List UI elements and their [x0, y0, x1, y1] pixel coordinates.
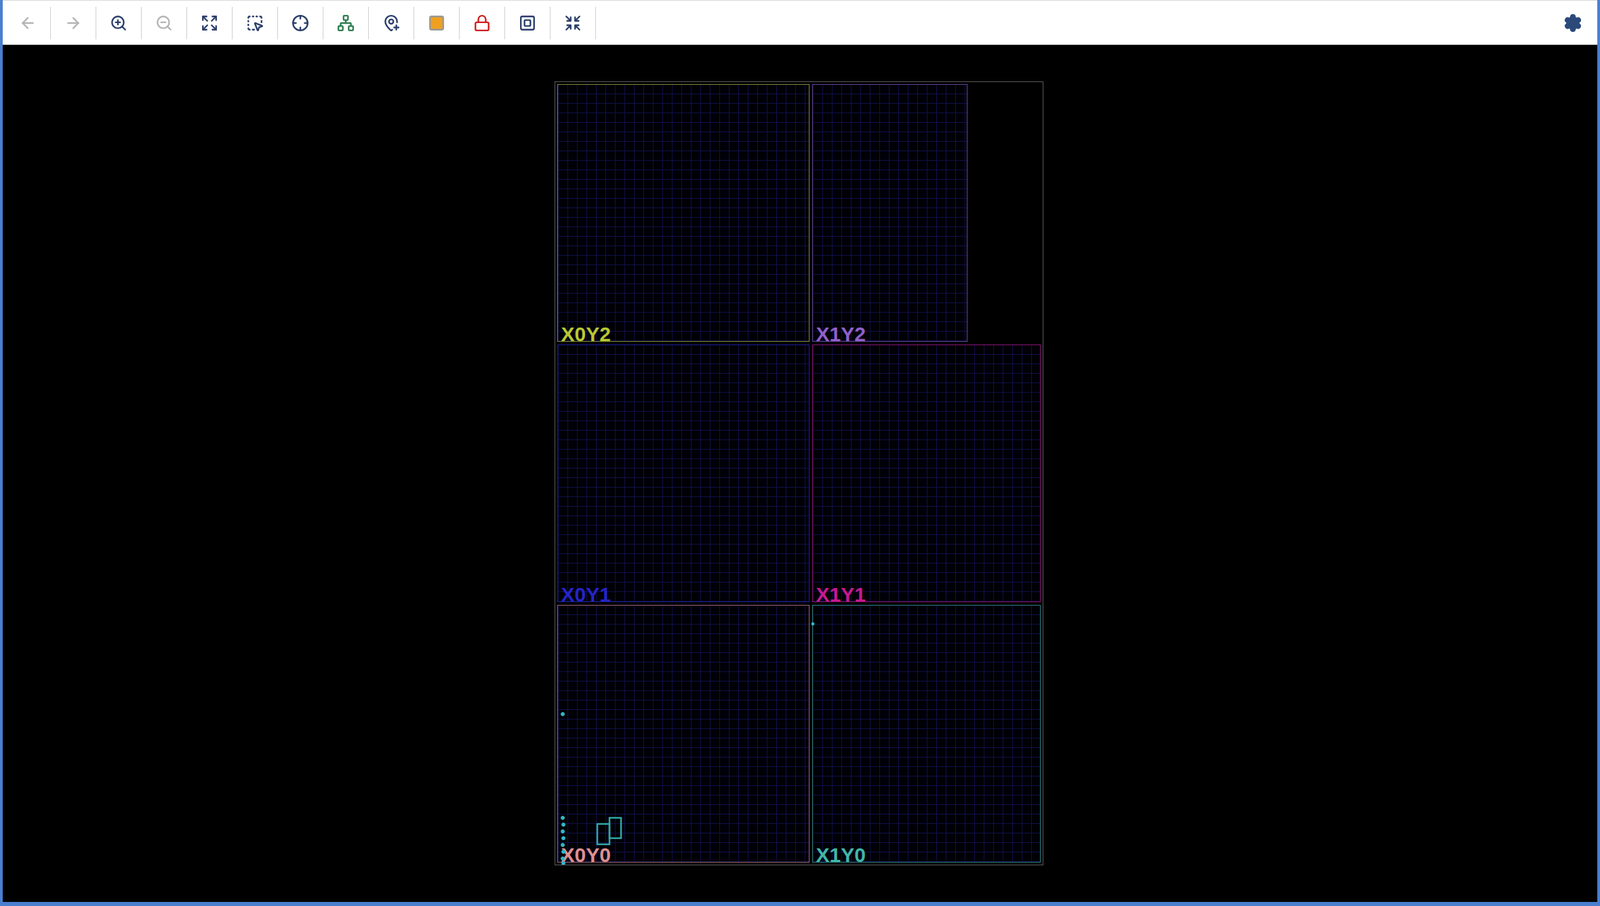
autofit-button[interactable]	[550, 6, 596, 40]
clock-region[interactable]: X1Y0	[812, 604, 1041, 863]
expand-icon	[200, 14, 219, 32]
frame-icon	[518, 14, 537, 32]
arrow-left-icon	[18, 14, 37, 32]
clock-region[interactable]: X0Y2	[557, 84, 810, 342]
highlight-button[interactable]	[414, 6, 460, 40]
device-window: X0Y2X1Y2X0Y1X1Y1X0Y0X1Y0	[0, 0, 1600, 906]
clock-region[interactable]: X0Y1	[557, 344, 810, 603]
zoom-area-button[interactable]	[232, 6, 278, 40]
toolbar	[2, 0, 1598, 45]
crosshair-icon	[291, 14, 310, 32]
highlight-square-icon	[427, 14, 446, 32]
clock-region-label: X0Y0	[561, 844, 807, 866]
clock-region[interactable]: X1Y1	[812, 344, 1041, 603]
back-button[interactable]	[5, 6, 51, 40]
clock-region-label: X0Y1	[561, 583, 807, 606]
clock-region-label: X1Y2	[816, 323, 965, 346]
autofit-icon	[564, 14, 582, 32]
lock-button[interactable]	[459, 6, 506, 40]
clock-region[interactable]: X0Y0	[557, 604, 810, 863]
add-pblock-button[interactable]	[368, 6, 415, 40]
gear-icon	[1563, 13, 1583, 33]
device-outline: X0Y2X1Y2X0Y1X1Y1X0Y0X1Y0	[554, 81, 1044, 866]
clock-region[interactable]: X1Y2	[812, 84, 968, 342]
crosshair-button[interactable]	[277, 6, 324, 40]
add-pblock-icon	[382, 14, 400, 32]
placed-cells	[555, 82, 1043, 865]
clock-region-label: X1Y0	[816, 844, 1038, 866]
lock-icon	[473, 14, 491, 32]
frame-button[interactable]	[505, 6, 551, 40]
forward-button[interactable]	[50, 6, 97, 40]
zoom-area-icon	[246, 14, 264, 32]
zoom-in-button[interactable]	[96, 6, 142, 40]
zoom-out-icon	[155, 14, 173, 32]
routing-button[interactable]	[323, 6, 369, 40]
fit-button[interactable]	[187, 6, 233, 40]
device-canvas[interactable]: X0Y2X1Y2X0Y1X1Y1X0Y0X1Y0	[2, 44, 1598, 902]
clock-region-label: X0Y2	[561, 323, 807, 346]
arrow-right-icon	[64, 14, 83, 32]
routing-icon	[336, 14, 355, 32]
zoom-in-icon	[109, 14, 128, 32]
settings-button[interactable]	[1556, 6, 1590, 40]
zoom-out-button[interactable]	[141, 6, 188, 40]
clock-region-label: X1Y1	[816, 583, 1038, 606]
